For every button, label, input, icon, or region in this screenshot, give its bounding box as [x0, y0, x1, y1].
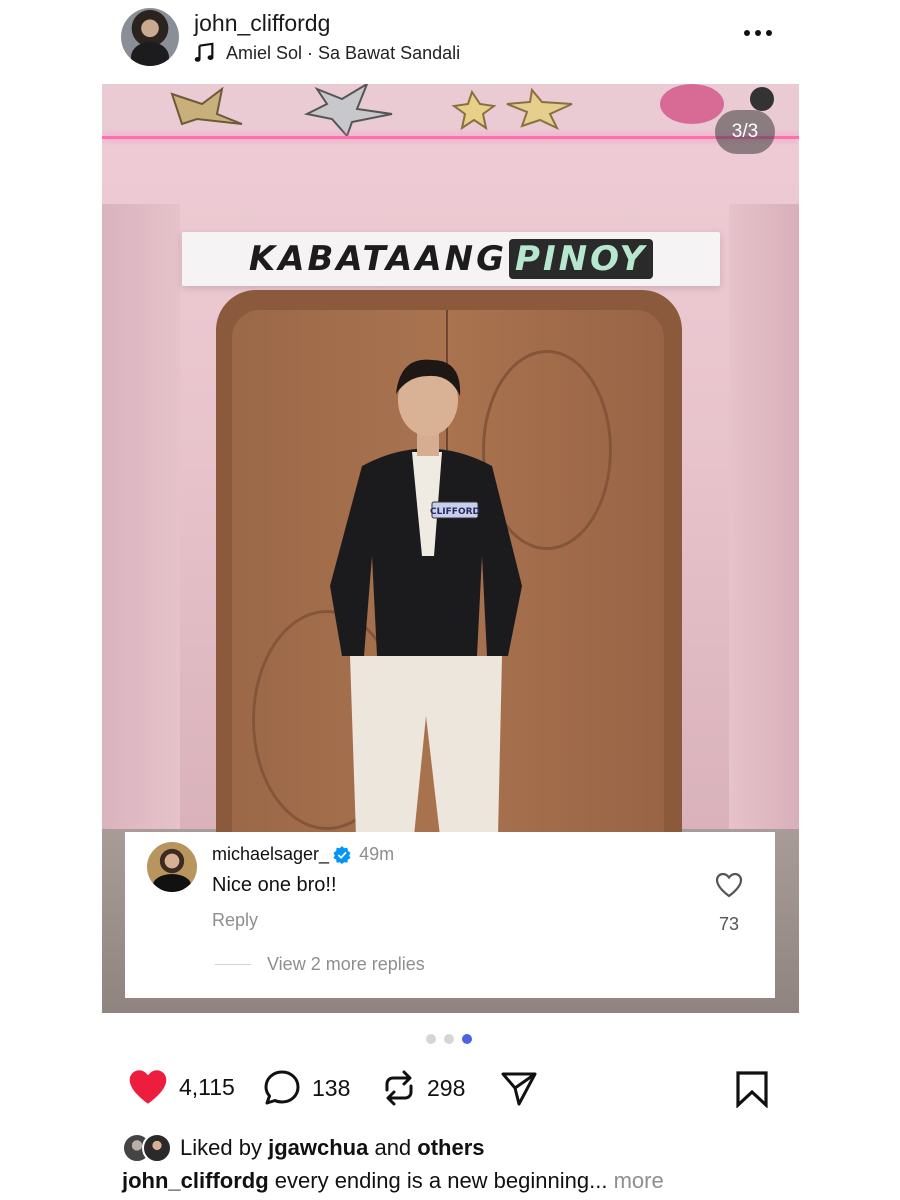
caption-text: every ending is a new beginning... — [274, 1168, 608, 1193]
share-button[interactable] — [499, 1068, 539, 1108]
comment-header: michaelsager_ 49m — [212, 844, 394, 865]
liked-by-row[interactable]: Liked by jgawchua and others — [122, 1133, 485, 1163]
caption-username[interactable]: john_cliffordg — [122, 1168, 269, 1193]
neon-strip — [102, 136, 799, 139]
repost-button[interactable]: 298 — [381, 1068, 465, 1108]
post-header: john_cliffordg Amiel Sol · Sa Bawat Sand… — [0, 0, 900, 80]
liked-by-middle: and — [374, 1135, 412, 1160]
music-row[interactable]: Amiel Sol · Sa Bawat Sandali — [194, 42, 460, 64]
post-caption: john_cliffordg every ending is a new beg… — [122, 1168, 664, 1194]
sign-highlight: PINOY — [509, 239, 654, 279]
more-icon-dot — [766, 30, 772, 36]
more-icon-dot — [755, 30, 761, 36]
like-count: 4,115 — [179, 1073, 235, 1100]
comment-text: Nice one bro!! — [212, 874, 337, 896]
comment-heart-icon[interactable] — [715, 872, 743, 898]
author-username[interactable]: john_cliffordg — [194, 10, 330, 37]
action-bar: 4,115 138 298 — [0, 1066, 900, 1112]
carousel-indicator: 3/3 — [715, 110, 775, 154]
comment-like-count: 73 — [718, 914, 740, 934]
bookmark-icon — [736, 1071, 768, 1109]
person-figure: CLIFFORD — [330, 359, 522, 836]
ceiling-decorations — [170, 84, 774, 138]
verified-icon — [333, 845, 351, 864]
commenter-username[interactable]: michaelsager_ — [212, 844, 329, 865]
repost-count: 298 — [427, 1074, 466, 1101]
author-avatar[interactable] — [121, 8, 179, 66]
bookmark-button[interactable] — [735, 1070, 769, 1113]
share-icon — [501, 1072, 537, 1106]
replies-divider — [215, 964, 251, 965]
repost-icon — [385, 1070, 413, 1106]
liker-avatar — [142, 1133, 172, 1163]
commenter-avatar[interactable] — [147, 842, 197, 892]
carousel-dot-active[interactable] — [462, 1034, 472, 1044]
reply-button[interactable]: Reply — [212, 910, 258, 931]
comment-card: michaelsager_ 49m Nice one bro!! Reply 7… — [125, 832, 775, 998]
comment-count: 138 — [312, 1074, 351, 1101]
music-note-icon — [194, 42, 214, 62]
jacket-name-tag: CLIFFORD — [430, 507, 480, 517]
comment-time: 49m — [359, 844, 395, 864]
liked-by-others[interactable]: others — [417, 1135, 484, 1160]
carousel-dot[interactable] — [426, 1034, 436, 1044]
more-options-button[interactable] — [744, 30, 772, 36]
heart-icon — [129, 1070, 167, 1104]
caption-more-button[interactable]: more — [614, 1168, 664, 1193]
carousel-dot[interactable] — [444, 1034, 454, 1044]
liked-by-user[interactable]: jgawchua — [268, 1135, 368, 1160]
comment-button[interactable]: 138 — [262, 1068, 350, 1108]
like-button[interactable]: 4,115 — [127, 1068, 235, 1106]
view-more-replies-button[interactable]: View 2 more replies — [267, 954, 425, 975]
photo-sign: KABATAANG PINOY — [182, 232, 720, 286]
comment-icon — [264, 1070, 300, 1105]
more-icon — [744, 30, 750, 36]
music-label: Amiel Sol · Sa Bawat Sandali — [226, 42, 461, 63]
liked-by-text: Liked by jgawchua and others — [180, 1135, 485, 1161]
liked-by-prefix: Liked by — [180, 1135, 262, 1160]
sign-text: KABATAANG — [248, 239, 508, 279]
carousel-dots — [426, 1034, 472, 1044]
